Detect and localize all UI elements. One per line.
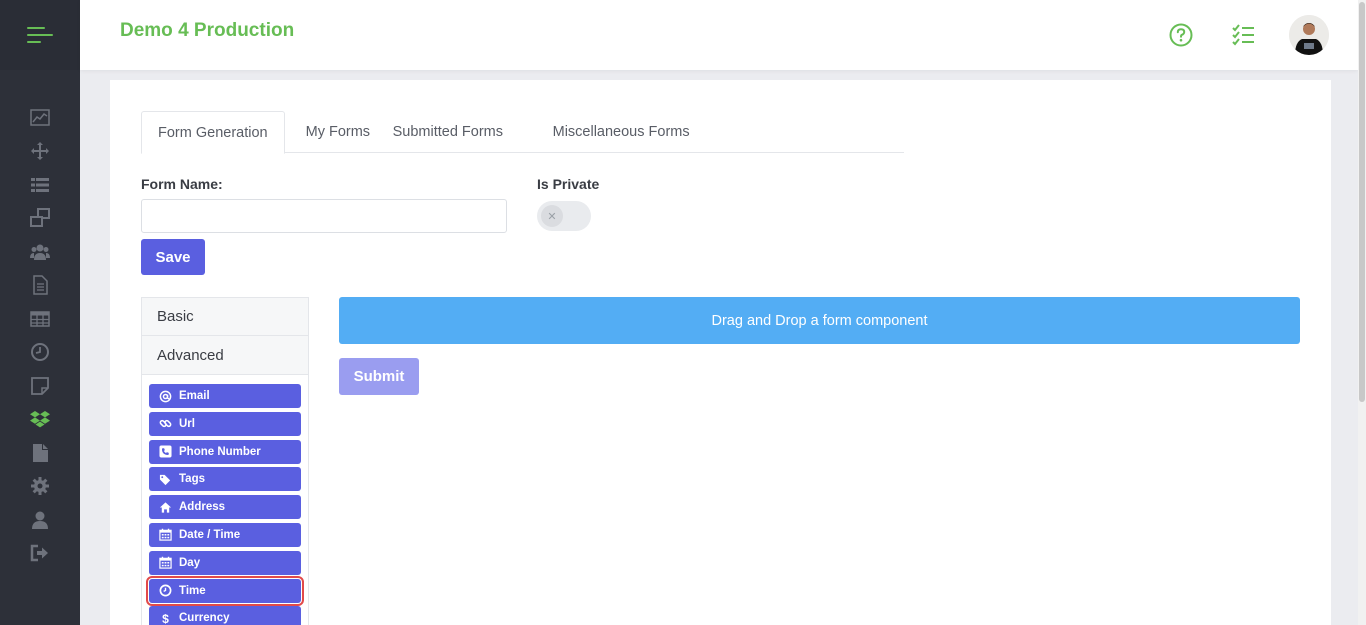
nav-item-settings[interactable] <box>0 470 80 504</box>
section-basic[interactable]: Basic <box>142 298 308 336</box>
nav-item-table[interactable] <box>0 302 80 336</box>
tab-miscellaneous-forms[interactable]: Miscellaneous Forms <box>532 111 690 153</box>
component-label: Day <box>179 556 201 569</box>
component-currency[interactable]: $ Currency <box>149 606 301 625</box>
form-dropzone[interactable]: Drag and Drop a form component <box>339 297 1300 344</box>
file-icon <box>33 443 48 462</box>
users-icon <box>30 244 50 260</box>
at-icon <box>158 389 172 403</box>
nav-item-forms[interactable] <box>0 403 80 437</box>
component-label: Url <box>179 417 195 430</box>
note-icon <box>31 376 49 395</box>
nav-item-dashboard[interactable] <box>0 101 80 135</box>
tab-submitted-forms[interactable]: Submitted Forms <box>375 111 532 153</box>
calendar-icon <box>158 528 172 542</box>
nav-item-windows[interactable] <box>0 202 80 236</box>
clock-icon <box>158 584 172 598</box>
nav-item-users[interactable] <box>0 235 80 269</box>
menu-toggle-icon[interactable] <box>27 27 53 43</box>
sign-out-icon <box>30 545 48 562</box>
submit-button[interactable]: Submit <box>339 358 419 395</box>
component-time[interactable]: Time <box>146 575 304 606</box>
nav-item-document[interactable] <box>0 269 80 303</box>
phone-icon <box>158 445 172 459</box>
nav-item-file[interactable] <box>0 436 80 470</box>
component-date-time[interactable]: Date / Time <box>149 522 301 547</box>
form-name-input[interactable] <box>141 199 507 233</box>
page-scrollbar[interactable] <box>1358 0 1366 625</box>
tab-form-generation[interactable]: Form Generation <box>141 111 285 154</box>
save-button[interactable]: Save <box>141 239 205 275</box>
component-label: Address <box>179 501 226 514</box>
dropbox-icon <box>30 411 50 428</box>
nav-item-list[interactable] <box>0 168 80 202</box>
component-list: Email Url Phone Number Tags Address Date… <box>142 375 308 625</box>
component-day[interactable]: Day <box>149 550 301 575</box>
link-icon <box>158 417 172 431</box>
nav-item-move[interactable] <box>0 135 80 169</box>
component-label: Time <box>179 584 206 597</box>
sidebar-header <box>0 0 80 70</box>
sidebar <box>0 0 80 625</box>
dollar-icon: $ <box>158 611 172 625</box>
component-address[interactable]: Address <box>149 495 301 520</box>
component-label: Email <box>179 390 210 402</box>
top-header: Demo 4 Production <box>80 0 1358 70</box>
user-icon <box>32 511 48 529</box>
home-icon <box>158 500 172 514</box>
tags-icon <box>158 472 172 486</box>
gear-icon <box>31 477 49 496</box>
tab-my-forms[interactable]: My Forms <box>285 111 375 153</box>
nav-item-logout[interactable] <box>0 537 80 571</box>
table-icon <box>30 311 50 327</box>
form-builder-card: Form Generation My Forms Submitted Forms… <box>110 80 1331 625</box>
move-arrows-icon <box>31 142 49 161</box>
avatar[interactable] <box>1289 15 1329 55</box>
document-icon <box>33 275 48 295</box>
clock-icon <box>31 343 49 362</box>
chart-line-icon <box>30 109 50 126</box>
toggle-off-icon: ✕ <box>541 205 563 227</box>
svg-text:$: $ <box>162 612 169 625</box>
sidebar-nav <box>0 101 80 570</box>
is-private-label: Is Private <box>537 176 600 192</box>
component-url[interactable]: Url <box>149 411 301 436</box>
nav-item-profile[interactable] <box>0 503 80 537</box>
tab-bar: Form Generation My Forms Submitted Forms… <box>141 111 904 154</box>
component-email[interactable]: Email <box>149 384 301 408</box>
component-label: Tags <box>179 473 205 486</box>
component-accordion: Basic Advanced Email Url Phone Number Ta… <box>141 297 309 625</box>
component-tags[interactable]: Tags <box>149 467 301 492</box>
scrollbar-thumb[interactable] <box>1359 2 1365 402</box>
list-icon <box>31 177 49 192</box>
section-advanced[interactable]: Advanced <box>142 336 308 375</box>
is-private-toggle[interactable]: ✕ <box>537 201 591 231</box>
component-label: Date / Time <box>179 528 241 541</box>
nav-item-note[interactable] <box>0 369 80 403</box>
component-label: Currency <box>179 612 230 625</box>
windows-icon <box>30 208 50 228</box>
user-avatar-icon <box>1289 15 1329 55</box>
brand-title: Demo 4 Production <box>120 20 295 41</box>
question-circle-icon[interactable] <box>1168 22 1194 48</box>
checklist-icon[interactable] <box>1230 22 1256 48</box>
calendar-icon <box>158 556 172 570</box>
component-label: Phone Number <box>179 445 261 458</box>
form-name-label: Form Name: <box>141 176 223 192</box>
component-phone-number[interactable]: Phone Number <box>149 439 301 464</box>
nav-item-clock[interactable] <box>0 336 80 370</box>
